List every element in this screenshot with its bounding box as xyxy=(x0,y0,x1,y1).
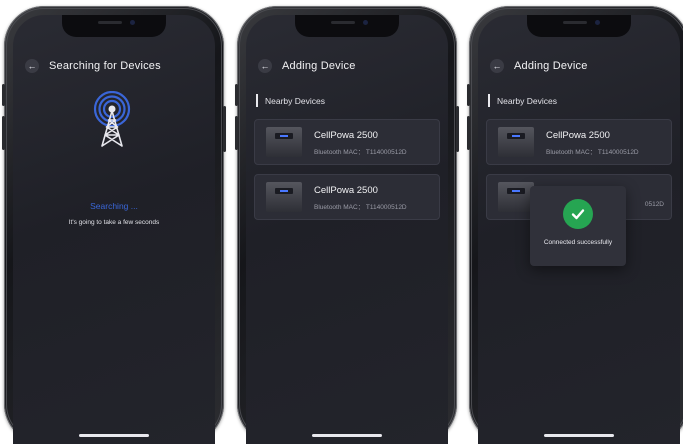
section-label: Nearby Devices xyxy=(265,95,325,106)
check-icon xyxy=(563,199,593,229)
section-marker xyxy=(256,94,258,107)
home-indicator[interactable] xyxy=(312,434,382,437)
home-indicator[interactable] xyxy=(79,434,149,437)
page-title: Searching for Devices xyxy=(49,60,161,72)
screen-device-list: ← Adding Device Nearby Devices CellPowa … xyxy=(246,15,448,444)
toast-message: Connected successfully xyxy=(543,239,613,246)
home-indicator[interactable] xyxy=(544,434,614,437)
header: ← Adding Device xyxy=(478,56,680,76)
back-button[interactable]: ← xyxy=(258,59,272,73)
device-mac: Bluetooth MAC： T114000512D xyxy=(314,149,407,156)
phone-frame-device-list: ← Adding Device Nearby Devices CellPowa … xyxy=(235,6,459,444)
device-card[interactable]: CellPowa 2500 Bluetooth MAC： T114000512D xyxy=(254,119,440,165)
device-image xyxy=(498,182,534,212)
searching-subtitle: It's going to take a few seconds xyxy=(68,219,160,226)
back-arrow-icon: ← xyxy=(492,60,502,71)
searching-status: Searching ... xyxy=(90,201,138,211)
phone-frame-connected: ← Adding Device Nearby Devices CellPowa … xyxy=(467,6,683,444)
header: ← Searching for Devices xyxy=(13,56,215,76)
section-header: Nearby Devices xyxy=(256,94,325,107)
back-arrow-icon: ← xyxy=(27,60,37,71)
page-title: Adding Device xyxy=(514,60,588,72)
section-marker xyxy=(488,94,490,107)
device-mac: Bluetooth MAC： T114000512D xyxy=(314,204,407,211)
back-button[interactable]: ← xyxy=(490,59,504,73)
device-image xyxy=(266,127,302,157)
signal-tower-icon xyxy=(93,91,131,147)
section-header: Nearby Devices xyxy=(488,94,557,107)
phone-frame-searching: ← Searching for Devices Searching ... It… xyxy=(2,6,226,444)
device-name: CellPowa 2500 xyxy=(314,185,378,196)
header: ← Adding Device xyxy=(246,56,448,76)
device-card[interactable]: CellPowa 2500 Bluetooth MAC： T114000512D xyxy=(486,119,672,165)
device-name: CellPowa 2500 xyxy=(314,130,378,141)
screen-connected: ← Adding Device Nearby Devices CellPowa … xyxy=(478,15,680,444)
section-label: Nearby Devices xyxy=(497,95,557,106)
device-image xyxy=(498,127,534,157)
device-mac: 0512D xyxy=(644,201,664,208)
screen-searching: ← Searching for Devices Searching ... It… xyxy=(13,15,215,444)
back-arrow-icon: ← xyxy=(260,60,270,71)
device-card[interactable]: CellPowa 2500 Bluetooth MAC： T114000512D xyxy=(254,174,440,220)
success-toast: Connected successfully xyxy=(530,186,626,266)
notch xyxy=(295,15,399,37)
page-title: Adding Device xyxy=(282,60,356,72)
device-mac: Bluetooth MAC： T114000512D xyxy=(546,149,639,156)
device-image xyxy=(266,182,302,212)
back-button[interactable]: ← xyxy=(25,59,39,73)
notch xyxy=(62,15,166,37)
device-name: CellPowa 2500 xyxy=(546,130,610,141)
notch xyxy=(527,15,631,37)
